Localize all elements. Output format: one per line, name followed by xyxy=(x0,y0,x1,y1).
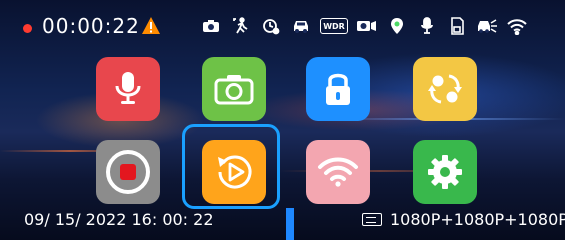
timer-icon xyxy=(260,16,282,36)
scroll-indicator xyxy=(286,208,294,240)
camera-icon xyxy=(214,75,254,105)
settings-button[interactable] xyxy=(413,140,477,204)
snapshot-button[interactable] xyxy=(202,57,266,121)
motion-detection-icon xyxy=(230,16,252,36)
microphone-icon xyxy=(416,16,438,36)
datetime-stamp: 09/ 15/ 2022 16: 00: 22 xyxy=(24,210,214,229)
resolution-label: 1080P+1080P+1080P xyxy=(390,210,565,229)
resolution-indicator: 1080P+1080P+1080P xyxy=(362,210,565,229)
gps-icon xyxy=(386,16,408,36)
record-button[interactable] xyxy=(96,140,160,204)
recording-indicator xyxy=(23,24,32,33)
lock-icon xyxy=(326,73,350,105)
parking-mode-icon xyxy=(290,16,312,36)
selection-highlight xyxy=(182,124,280,209)
switch-camera-button[interactable] xyxy=(413,57,477,121)
lock-file-button[interactable] xyxy=(306,57,370,121)
collision-icon xyxy=(476,16,498,36)
dashcam-screen: 00:00:22 WDR 09/ 15/ 2022 16: 00: 22 108… xyxy=(0,0,565,240)
status-bar: 00:00:22 WDR xyxy=(0,0,565,44)
record-icon xyxy=(106,150,150,194)
sd-card-icon xyxy=(446,16,468,36)
switch-camera-icon xyxy=(428,74,462,104)
status-icons: WDR xyxy=(200,15,528,37)
record-timer: 00:00:22 xyxy=(42,14,140,38)
microphone-button[interactable] xyxy=(96,57,160,121)
camera-icon xyxy=(200,16,222,36)
wifi-icon xyxy=(318,157,358,187)
resolution-icon xyxy=(362,213,382,226)
wifi-signal-icon xyxy=(506,16,528,36)
microphone-icon xyxy=(115,72,141,104)
gear-icon xyxy=(428,155,462,189)
wifi-button[interactable] xyxy=(306,140,370,204)
warning-icon xyxy=(142,17,160,34)
time-lapse-icon xyxy=(356,16,378,36)
wdr-badge: WDR xyxy=(320,18,348,34)
